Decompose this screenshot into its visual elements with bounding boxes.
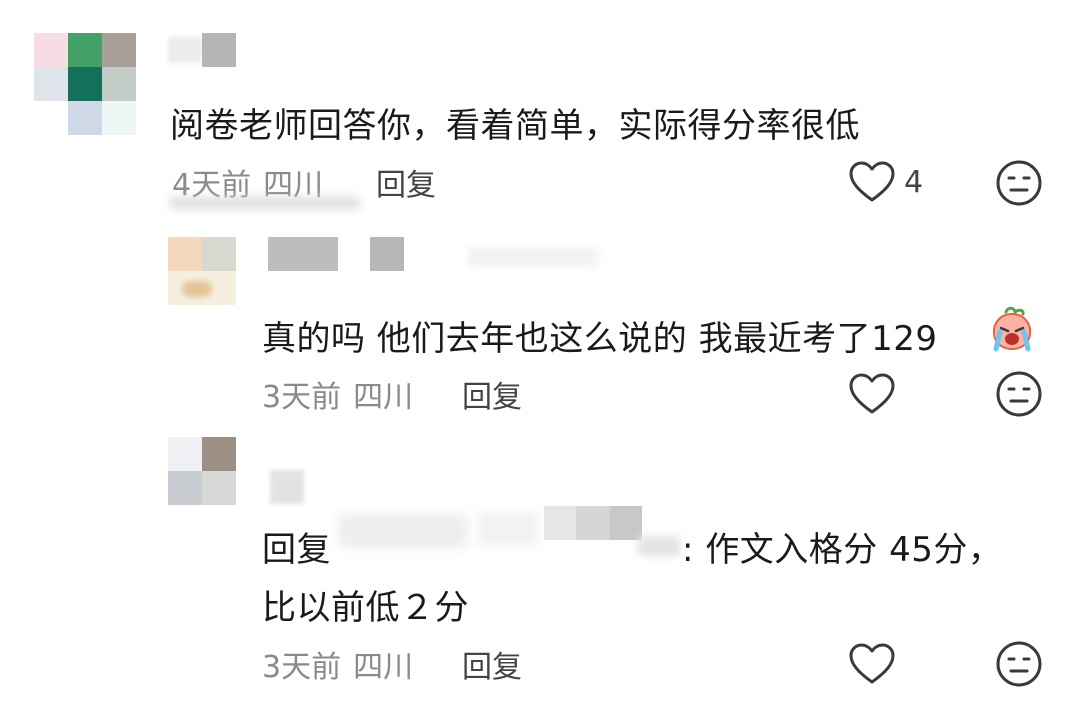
avatar[interactable] <box>168 237 236 305</box>
neutral-face-icon[interactable] <box>995 159 1043 207</box>
comment-text: 阅卷老师回答你，看着简单，实际得分率很低 <box>170 106 860 146</box>
username[interactable] <box>168 33 238 67</box>
heart-outline-icon <box>849 161 895 202</box>
reply-button[interactable]: 回复 <box>462 372 522 416</box>
like-button[interactable] <box>848 372 904 416</box>
reply-button[interactable]: 回复 <box>462 642 522 686</box>
comment-meta: 3天前 四川 <box>262 372 413 416</box>
username[interactable] <box>270 470 310 504</box>
neutral-face-icon[interactable] <box>995 370 1043 418</box>
comment-meta: 3天前 四川 <box>262 642 413 686</box>
like-button[interactable] <box>848 642 904 686</box>
username[interactable] <box>268 237 608 271</box>
like-button[interactable]: 4 <box>848 160 923 204</box>
neutral-face-icon[interactable] <box>995 640 1043 688</box>
meta-blur <box>170 198 360 208</box>
crying-peach-emoji <box>992 306 1032 352</box>
comment-time: 3天前 <box>262 650 342 685</box>
comment-location: 四川 <box>353 380 414 415</box>
comment-text: : 作文入格分 45分， <box>682 530 1003 570</box>
reply-prefix: 回复 <box>262 530 331 570</box>
avatar[interactable] <box>34 33 136 135</box>
avatar[interactable] <box>168 437 236 505</box>
reply-target-username[interactable] <box>338 506 680 556</box>
like-count: 4 <box>904 164 924 200</box>
comment-text-line2: 比以前低２分 <box>262 588 469 628</box>
comment-location: 四川 <box>353 650 414 685</box>
heart-outline-icon <box>849 373 895 414</box>
comment-text: 真的吗 他们去年也这么说的 我最近考了129 <box>262 311 938 360</box>
heart-outline-icon <box>849 643 895 684</box>
comment-text-content: 真的吗 他们去年也这么说的 我最近考了129 <box>262 319 938 359</box>
comment-time: 3天前 <box>262 380 342 415</box>
reply-button[interactable]: 回复 <box>376 160 436 204</box>
